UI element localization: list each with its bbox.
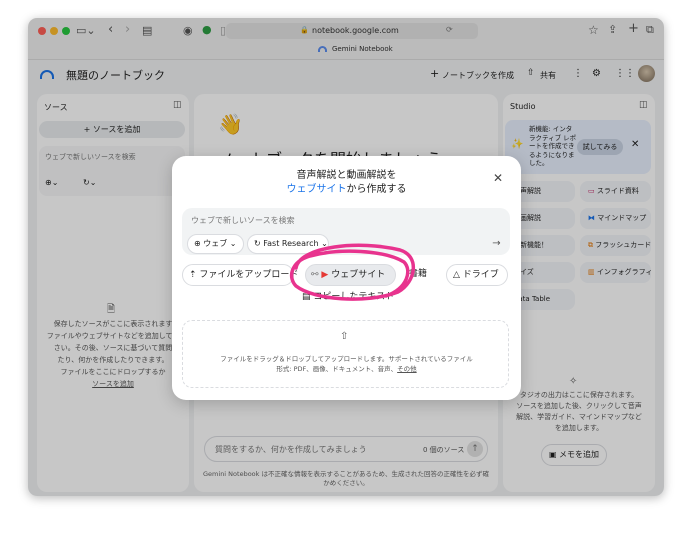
link-icon: ⚯ xyxy=(311,270,322,280)
copied-text-button[interactable]: ▤ コピーしたテキスト xyxy=(296,287,394,309)
upload-icon: ⇡ xyxy=(189,270,200,280)
submit-arrow-icon[interactable]: → xyxy=(488,235,505,252)
drive-button[interactable]: △ ドライブ xyxy=(446,264,508,286)
chevron-down-icon: ⌄ xyxy=(318,239,328,248)
dialog-title-highlight: ウェブサイト xyxy=(286,184,347,195)
dialog-title-line1: 音声解説と動画解説を xyxy=(296,170,397,181)
globe-icon: ⊕ xyxy=(194,239,204,248)
drop-text-line2: 形式: PDF、画像、ドキュメント、音声、その他 xyxy=(183,364,510,374)
drop-zone-text: ファイルをドラッグ＆ドロップしてアップロードします。サポートされているファイル … xyxy=(183,354,510,374)
chevron-down-icon: ⌄ xyxy=(227,239,237,248)
web-search-box[interactable]: ウェブで新しいソースを検索 ⊕ ウェブ ⌄ ↻ Fast Research ⌄ … xyxy=(182,208,510,255)
drive-label: ドライブ xyxy=(462,270,499,280)
upload-label: ファイルをアップロード xyxy=(199,270,299,280)
copied-text-label: コピーしたテキスト xyxy=(313,292,395,302)
web-search-input[interactable]: ウェブで新しいソースを検索 xyxy=(191,215,295,226)
drop-zone[interactable]: ⇧ ファイルをドラッグ＆ドロップしてアップロードします。サポートされているファイ… xyxy=(182,320,509,388)
website-button[interactable]: ⚯ ▶ ウェブサイト xyxy=(305,264,396,286)
drop-text-formats: 形式: PDF、画像、ドキュメント、音声、 xyxy=(276,365,398,373)
books-button[interactable]: 書籍 xyxy=(403,264,441,286)
drop-text-line1: ファイルをドラッグ＆ドロップしてアップロードします。サポートされているファイル xyxy=(220,355,473,363)
research-chip-label: Fast Research xyxy=(263,239,319,248)
website-label: ウェブサイト xyxy=(331,270,386,280)
dialog-title-line2: ウェブサイトから作成する xyxy=(172,183,521,197)
upload-icon: ⇧ xyxy=(340,331,349,342)
youtube-icon: ▶ xyxy=(321,270,332,280)
web-chip-label: ウェブ xyxy=(203,239,228,248)
upload-file-button[interactable]: ⇡ ファイルをアップロード xyxy=(182,264,298,286)
web-source-dropdown[interactable]: ⊕ ウェブ ⌄ xyxy=(187,234,244,254)
books-label: 書籍 xyxy=(409,269,428,279)
clipboard-icon: ▤ xyxy=(302,292,314,302)
drive-icon: △ xyxy=(453,270,463,280)
add-source-dialog: 音声解説と動画解説を ウェブサイトから作成する ✕ ウェブで新しいソースを検索 … xyxy=(172,156,521,400)
more-formats-link[interactable]: その他 xyxy=(397,365,417,373)
dialog-title: 音声解説と動画解説を ウェブサイトから作成する xyxy=(172,169,521,197)
research-mode-dropdown[interactable]: ↻ Fast Research ⌄ xyxy=(247,234,329,254)
close-dialog-icon[interactable]: ✕ xyxy=(493,171,503,185)
dialog-title-suffix: から作成する xyxy=(346,184,407,195)
research-icon: ↻ xyxy=(254,239,264,248)
